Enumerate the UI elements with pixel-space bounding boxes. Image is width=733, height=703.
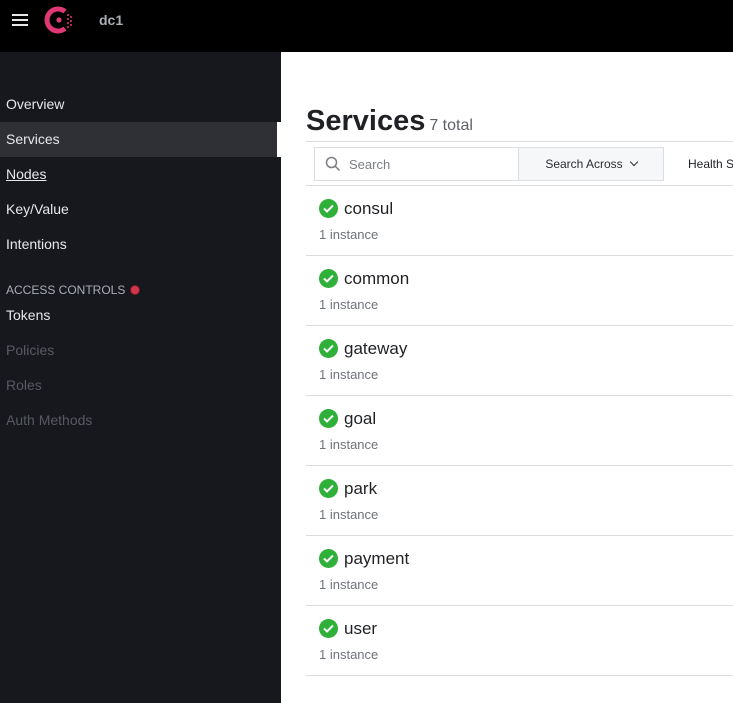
service-name[interactable]: consul [344,199,393,219]
sidebar-item-label: Tokens [6,307,51,323]
service-instance-count: 1 instance [319,577,379,592]
health-passing-icon [319,479,338,498]
consul-logo-icon[interactable] [44,4,76,36]
service-name[interactable]: common [344,269,409,289]
service-name[interactable]: user [344,619,377,639]
service-row[interactable]: park 1 instance [306,466,733,536]
health-passing-icon [319,619,338,638]
service-row[interactable]: payment 1 instance [306,536,733,606]
menu-icon[interactable] [12,14,28,26]
service-name[interactable]: gateway [344,339,407,359]
health-passing-icon [319,269,338,288]
search-input[interactable] [349,148,514,180]
sidebar-item-intentions[interactable]: Intentions [0,227,281,262]
service-name[interactable]: payment [344,549,409,569]
service-instance-count: 1 instance [319,507,379,522]
service-row[interactable]: gateway 1 instance [306,326,733,396]
service-row[interactable]: common 1 instance [306,256,733,326]
sidebar-item-policies: Policies [0,333,281,368]
sidebar-item-tokens[interactable]: Tokens [0,298,281,333]
sidebar-item-services[interactable]: Services [0,122,281,157]
sidebar-item-roles: Roles [0,368,281,403]
sidebar-item-auth-methods: Auth Methods [0,403,281,438]
page-title-text: Services [306,105,426,137]
sidebar: Overview Services Nodes Key/Value Intent… [0,52,281,703]
health-passing-icon [319,409,338,428]
sidebar-item-overview[interactable]: Overview [0,87,281,122]
sidebar-item-label: Key/Value [6,201,69,217]
search-field[interactable] [314,147,519,181]
service-instance-count: 1 instance [319,437,379,452]
sidebar-item-nodes[interactable]: Nodes [0,157,281,192]
health-passing-icon [319,339,338,358]
sidebar-item-label: Services [6,131,60,147]
alert-icon [130,285,141,295]
search-across-dropdown[interactable]: Search Across [518,147,664,181]
access-controls-heading: ACCESS CONTROLS [6,283,141,297]
health-status-filter[interactable]: Health S [688,157,733,171]
main-content: Services7 total Search Across Health S c… [281,52,733,703]
service-row[interactable]: goal 1 instance [306,396,733,466]
top-navigation-bar: dc1 [0,0,733,52]
health-passing-icon [319,199,338,218]
sidebar-item-label: Roles [6,377,42,393]
service-row[interactable]: consul 1 instance [306,186,733,256]
sidebar-item-label: Policies [6,342,55,358]
sidebar-item-key-value[interactable]: Key/Value [0,192,281,227]
section-label: ACCESS CONTROLS [6,283,126,297]
service-instance-count: 1 instance [319,227,379,242]
service-instance-count: 1 instance [319,297,379,312]
sidebar-item-label: Intentions [6,236,67,252]
service-name[interactable]: goal [344,409,376,429]
sidebar-item-label: Auth Methods [6,412,93,428]
divider [306,141,733,142]
service-instance-count: 1 instance [319,647,379,662]
sidebar-item-label: Overview [6,96,65,112]
health-passing-icon [319,549,338,568]
services-total-count: 7 total [429,117,473,134]
datacenter-selector[interactable]: dc1 [99,12,123,28]
service-instance-count: 1 instance [319,367,379,382]
service-row[interactable]: user 1 instance [306,606,733,676]
sidebar-item-label: Nodes [6,166,47,182]
search-across-label: Search Across [545,157,623,171]
service-name[interactable]: park [344,479,377,499]
search-icon [325,156,341,172]
chevron-down-icon [629,157,638,167]
page-title: Services 7 total [306,105,473,138]
